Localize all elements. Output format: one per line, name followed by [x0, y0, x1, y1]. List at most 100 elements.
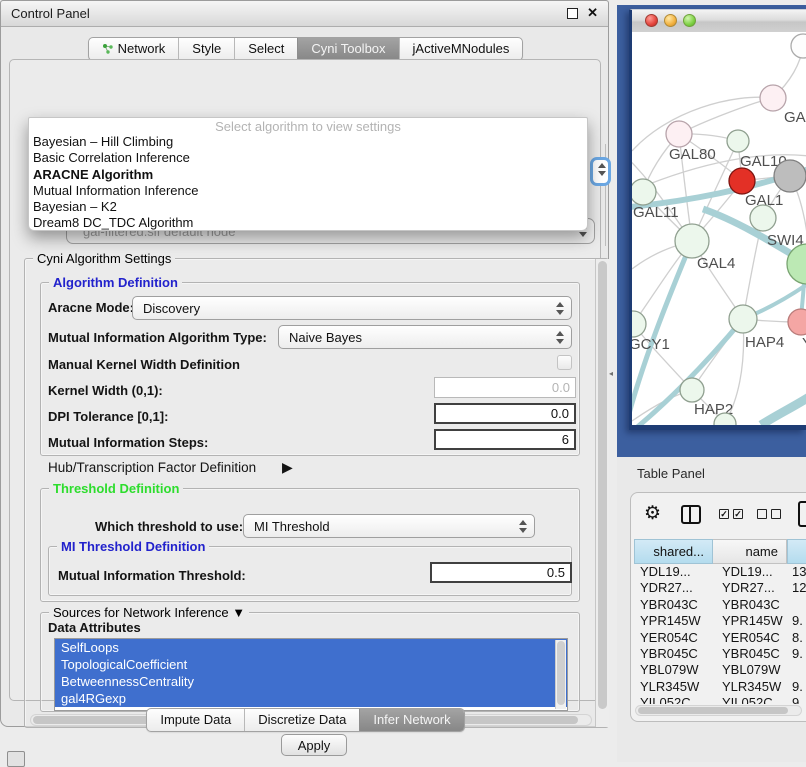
apply-button[interactable]: Apply — [281, 734, 347, 756]
network-node-GAL10[interactable] — [727, 130, 749, 152]
list-vertical-scrollbar[interactable] — [555, 640, 566, 709]
table-row[interactable]: YBR045CYBR045C9. — [634, 646, 806, 662]
table-row[interactable]: YDR27...YDR27...12 — [634, 580, 806, 596]
float-window-icon[interactable] — [567, 8, 578, 19]
tab-select[interactable]: Select — [234, 38, 297, 60]
aracne-mode-combobox[interactable]: Discovery — [132, 296, 572, 320]
network-node-GAL-partial[interactable] — [760, 85, 786, 111]
network-node-SWI4[interactable] — [750, 205, 776, 231]
network-graph[interactable]: GALGAL80GAL10GAL1GAL11SWI4GAL4GCY1HAP4YH… — [632, 32, 806, 425]
algorithm-option[interactable]: Mutual Information Inference — [29, 183, 587, 199]
data-attribute-item[interactable]: TopologicalCoefficient — [55, 656, 567, 673]
mi-steps-field[interactable]: 6 — [434, 429, 576, 450]
gear-icon[interactable]: ⚙ — [644, 502, 661, 525]
network-node-GAL4[interactable] — [675, 224, 709, 258]
kernel-width-field[interactable]: 0.0 — [434, 377, 576, 398]
algorithm-combobox-focused[interactable] — [590, 157, 611, 186]
deselect-all-checkboxes-icon[interactable] — [757, 509, 781, 519]
table-cell: YBR043C — [713, 597, 787, 613]
table-row[interactable]: YIL052CYIL052C9. — [634, 695, 806, 704]
close-icon[interactable]: ✕ — [587, 5, 598, 21]
table-cell: 9. — [787, 646, 806, 662]
tab-style[interactable]: Style — [178, 38, 234, 60]
select-all-checkboxes-icon[interactable]: ✓ ✓ — [719, 509, 743, 519]
network-node-GAL11[interactable] — [632, 179, 656, 205]
network-canvas[interactable]: GALGAL80GAL10GAL1GAL11SWI4GAL4GCY1HAP4YH… — [632, 32, 806, 425]
network-node-gray-node[interactable] — [774, 160, 806, 192]
collapse-arrow-icon[interactable]: ▼ — [232, 605, 245, 620]
table-cell: 13 — [787, 564, 806, 580]
table-horizontal-scrollbar[interactable] — [635, 705, 802, 716]
combo-arrows-icon — [519, 519, 526, 534]
scrollbar-thumb[interactable] — [557, 641, 565, 705]
algorithm-option[interactable]: Bayesian – K2 — [29, 199, 587, 215]
tab-infer-network[interactable]: Infer Network — [359, 709, 463, 731]
column-header-shared-name[interactable]: shared... — [634, 539, 713, 564]
dock-mini-button[interactable] — [7, 751, 25, 767]
network-node-GAL1[interactable] — [729, 168, 755, 194]
close-traffic-light-icon[interactable] — [645, 14, 658, 27]
table-function-icon[interactable] — [798, 501, 806, 527]
table-cell: YER054C — [634, 630, 713, 646]
table-cell: YER054C — [713, 630, 787, 646]
expand-arrow-icon[interactable]: ▶ — [282, 459, 293, 476]
network-node-top-node[interactable] — [791, 34, 806, 58]
panel-splitter-handle[interactable]: ◂ — [609, 369, 616, 379]
data-attribute-item[interactable]: gal4RGexp — [55, 690, 567, 707]
manual-kernel-width-label: Manual Kernel Width Definition — [48, 357, 240, 372]
table-cell: YBL079W — [634, 662, 713, 678]
combo-arrows-icon — [556, 301, 563, 316]
data-attribute-item[interactable]: SelfLoops — [55, 639, 567, 656]
table-row[interactable]: YDL19...YDL19...13 — [634, 564, 806, 580]
mi-steps-label: Mutual Information Steps: — [48, 435, 208, 450]
table-cell: YBR045C — [634, 646, 713, 662]
network-node-HAP2[interactable] — [680, 378, 704, 402]
which-threshold-combobox[interactable]: MI Threshold — [243, 514, 535, 538]
column-header-partial[interactable] — [787, 539, 806, 564]
tab-jactivemnodules[interactable]: jActiveMNodules — [399, 38, 523, 60]
network-node-GAL80[interactable] — [666, 121, 692, 147]
network-edge[interactable] — [679, 98, 773, 134]
tab-impute-data[interactable]: Impute Data — [147, 709, 244, 731]
table-cell — [787, 597, 806, 613]
data-attributes-label: Data Attributes — [48, 620, 141, 635]
scrollbar-thumb[interactable] — [598, 261, 607, 709]
column-header-name[interactable]: name — [713, 539, 787, 564]
manual-kernel-width-checkbox[interactable] — [557, 355, 572, 370]
network-edge[interactable] — [632, 97, 773, 151]
control-panel-titlebar[interactable]: Control Panel ✕ — [1, 1, 608, 27]
zoom-traffic-light-icon[interactable] — [683, 14, 696, 27]
minimize-traffic-light-icon[interactable] — [664, 14, 677, 27]
algorithm-option[interactable]: Dream8 DC_TDC Algorithm — [29, 215, 587, 231]
algorithm-option[interactable]: Bayesian – Hill Climbing — [29, 134, 587, 150]
data-attribute-item[interactable]: BetweennessCentrality — [55, 673, 567, 690]
network-node-GCY1[interactable] — [632, 311, 646, 337]
table-cell: YDL19... — [713, 564, 787, 580]
mi-algorithm-type-combobox[interactable]: Naive Bayes — [278, 325, 572, 349]
algorithm-option[interactable]: Basic Correlation Inference — [29, 150, 587, 166]
algorithm-option[interactable]: ARACNE Algorithm — [29, 167, 587, 183]
table-row[interactable]: YLR345WYLR345W9. — [634, 679, 806, 695]
settings-vertical-scrollbar[interactable] — [595, 259, 609, 727]
node-label-HAP4: HAP4 — [745, 334, 784, 351]
tab-network[interactable]: Network — [89, 38, 179, 60]
tab-discretize-data[interactable]: Discretize Data — [244, 709, 359, 731]
data-attributes-list[interactable]: SelfLoopsTopologicalCoefficientBetweenne… — [54, 638, 568, 711]
table-row[interactable]: YER054CYER054C8. — [634, 630, 806, 646]
dpi-tolerance-field[interactable]: 0.0 — [434, 403, 576, 424]
table-row[interactable]: YPR145WYPR145W9. — [634, 613, 806, 629]
mi-threshold-field[interactable]: 0.5 — [430, 562, 572, 583]
network-edge[interactable] — [761, 397, 806, 425]
network-window-titlebar[interactable] — [632, 10, 806, 33]
tab-cyni-toolbox[interactable]: Cyni Toolbox — [297, 38, 398, 60]
table-cell: YBL079W — [713, 662, 787, 678]
scrollbar-thumb[interactable] — [638, 707, 788, 714]
network-node-Y-partial[interactable] — [788, 309, 806, 335]
mi-threshold-label: Mutual Information Threshold: — [58, 568, 246, 583]
network-node-HAP4[interactable] — [729, 305, 757, 333]
table-row[interactable]: YBR043CYBR043C — [634, 597, 806, 613]
columns-icon[interactable] — [681, 505, 701, 524]
table-row[interactable]: YBL079WYBL079W — [634, 662, 806, 678]
mi-algorithm-type-label: Mutual Information Algorithm Type: — [48, 330, 267, 345]
node-label-GAL80: GAL80 — [669, 146, 716, 163]
